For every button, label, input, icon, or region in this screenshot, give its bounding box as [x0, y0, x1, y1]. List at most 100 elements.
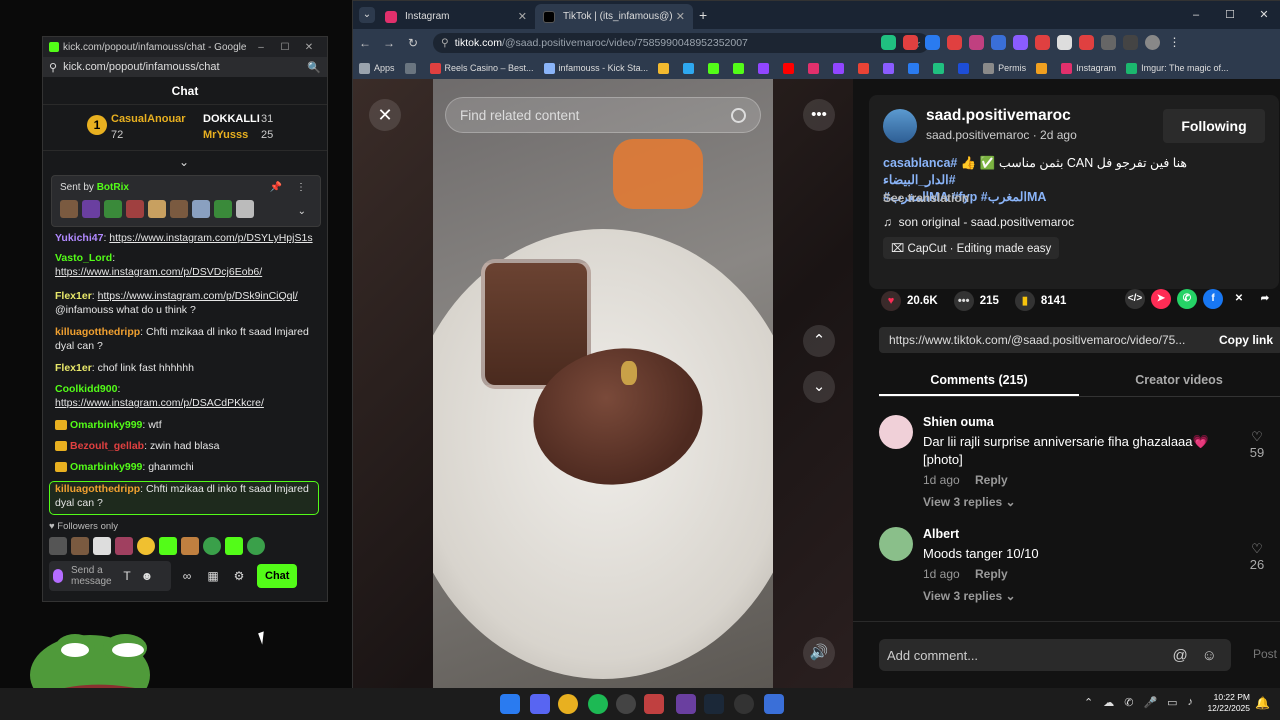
store-icon[interactable]: ▦	[203, 569, 223, 583]
see-translation-link[interactable]: See translation	[883, 191, 969, 205]
emoji-icon[interactable]: ☺	[1202, 647, 1217, 664]
maximize-icon[interactable]: ☐	[1213, 1, 1247, 29]
pin-icon[interactable]: 📌	[270, 182, 282, 193]
reading-list-icon[interactable]	[1123, 35, 1138, 50]
tray-app-icon[interactable]: ☁	[1103, 696, 1114, 709]
close-video-icon[interactable]: ✕	[369, 99, 401, 131]
close-tab-icon[interactable]: ✕	[518, 10, 527, 23]
emote-icon[interactable]	[71, 537, 89, 555]
bookmark-item[interactable]	[858, 62, 873, 74]
bookmark-item[interactable]	[808, 62, 823, 74]
more-options-icon[interactable]: •••	[803, 99, 835, 131]
app-icon[interactable]	[676, 694, 696, 714]
kick-url-bar[interactable]: ⚲ kick.com/popout/infamouss/chat 🔍	[43, 57, 327, 77]
capcut-badge[interactable]: ⌧ CapCut · Editing made easy	[883, 237, 1060, 259]
leader-first-name[interactable]: CasualAnouar	[111, 113, 186, 125]
close-icon[interactable]: ✕	[297, 42, 321, 53]
message-link[interactable]: https://www.instagram.com/p/DSYLyHpjS1s	[109, 232, 312, 244]
site-settings-icon[interactable]: ⚲	[441, 37, 449, 49]
emote-icon[interactable]	[93, 537, 111, 555]
view-replies-button[interactable]: View 3 replies ⌄	[923, 495, 1016, 509]
author-avatar[interactable]	[883, 109, 917, 143]
reply-button[interactable]: Reply	[975, 567, 1008, 581]
network-icon[interactable]: ▭	[1167, 696, 1177, 709]
emoji-icon[interactable]: ☻	[137, 569, 157, 583]
spotify-icon[interactable]	[588, 694, 608, 714]
comment-icon[interactable]: •••	[953, 291, 974, 311]
tab-tiktok[interactable]: TikTok | (its_infamous@) كريم ✕	[535, 4, 693, 29]
bookmark-item[interactable]	[683, 62, 698, 74]
more-options-icon[interactable]: ⋮	[296, 182, 306, 193]
app-icon[interactable]	[644, 694, 664, 714]
copy-link-button[interactable]: Copy link	[1209, 333, 1280, 347]
bookmark-item[interactable]	[733, 62, 748, 74]
leader-third-name[interactable]: MrYusss	[203, 129, 248, 141]
extension-icon[interactable]	[1035, 35, 1050, 50]
view-replies-button[interactable]: View 3 replies ⌄	[923, 589, 1016, 603]
message-link[interactable]: https://www.instagram.com/p/DSVDcj6Eob6/	[55, 266, 262, 278]
emote-icon[interactable]	[159, 537, 177, 555]
search-icon[interactable]	[731, 107, 746, 123]
app-icon[interactable]	[734, 694, 754, 714]
clock[interactable]: 10:22 PM 12/22/2025	[1207, 692, 1250, 714]
bookmark-item[interactable]	[958, 62, 973, 74]
add-comment-input[interactable]: Add comment... @ ☺	[879, 639, 1231, 671]
share-icon[interactable]: ➦	[1255, 289, 1275, 309]
leader-second-name[interactable]: DOKKALLI	[203, 113, 260, 125]
extension-icon[interactable]	[947, 35, 962, 50]
bookmark-icon[interactable]: ▮	[1014, 291, 1035, 311]
emote-icon[interactable]	[137, 537, 155, 555]
start-icon[interactable]	[500, 694, 520, 714]
text-format-icon[interactable]: T	[117, 569, 137, 583]
tab-instagram[interactable]: Instagram ✕	[377, 4, 535, 29]
emote-icon[interactable]	[49, 537, 67, 555]
like-icon[interactable]: ♥	[881, 291, 901, 311]
obs-icon[interactable]	[616, 694, 636, 714]
music-link[interactable]: ♫ son original - saad.positivemaroc	[883, 215, 1074, 229]
extension-icon[interactable]	[1013, 35, 1028, 50]
chat-input[interactable]: Send a message T ☻	[49, 561, 171, 591]
settings-icon[interactable]: ⚙	[229, 569, 249, 583]
app-icon[interactable]	[764, 694, 784, 714]
mic-tray-icon[interactable]: 🎤	[1143, 696, 1157, 709]
extension-icon[interactable]	[969, 35, 984, 50]
commenter-avatar[interactable]	[879, 415, 913, 449]
bookmark-item[interactable]: Apps	[359, 62, 395, 74]
extensions-puzzle-icon[interactable]	[1101, 35, 1116, 50]
expand-pinned-icon[interactable]: ⌄	[298, 206, 306, 217]
collapse-leaderboard-icon[interactable]: ⌄	[179, 155, 189, 169]
extension-icon[interactable]	[1057, 35, 1072, 50]
bookmark-item[interactable]	[758, 62, 773, 74]
volume-tray-icon[interactable]: ♪	[1188, 696, 1194, 709]
back-icon[interactable]: ←	[353, 36, 377, 50]
notifications-icon[interactable]: 🔔	[1255, 696, 1270, 710]
next-video-icon[interactable]: ⌄	[803, 371, 835, 403]
minimize-icon[interactable]: –	[249, 42, 273, 53]
video-link[interactable]: https://www.tiktok.com/@saad.positivemar…	[889, 333, 1209, 347]
minimize-icon[interactable]: –	[1179, 1, 1213, 29]
mention-icon[interactable]: @	[1172, 647, 1187, 664]
bookmark-item[interactable]	[708, 62, 723, 74]
commenter-avatar[interactable]	[879, 527, 913, 561]
x-icon[interactable]: ✕	[1229, 289, 1249, 309]
zoom-icon[interactable]: 🔍	[307, 61, 321, 74]
reply-button[interactable]: Reply	[975, 473, 1008, 487]
bookmark-item[interactable]	[783, 62, 798, 74]
emote-icon[interactable]	[203, 537, 221, 555]
post-button[interactable]: Post	[1253, 647, 1277, 661]
emote-icon[interactable]	[247, 537, 265, 555]
emote-icon[interactable]	[181, 537, 199, 555]
close-tab-icon[interactable]: ✕	[676, 10, 685, 23]
commenter-name[interactable]: Albert	[923, 527, 959, 541]
discord-icon[interactable]	[530, 694, 550, 714]
send-icon[interactable]: ➤	[1151, 289, 1171, 309]
embed-icon[interactable]: </>	[1125, 289, 1145, 309]
message-link[interactable]: https://www.instagram.com/p/DSk9inCiQql/	[98, 290, 298, 302]
video-player[interactable]	[433, 79, 773, 689]
bookmark-item[interactable]	[658, 62, 673, 74]
close-icon[interactable]: ✕	[1247, 1, 1280, 29]
hashtags[interactable]: #casablanca #الدار_البيضاء	[883, 156, 957, 187]
bookmark-item[interactable]	[404, 62, 420, 74]
gift-icon[interactable]: ∞	[177, 569, 197, 583]
author-username[interactable]: saad.positivemaroc	[926, 107, 1071, 125]
